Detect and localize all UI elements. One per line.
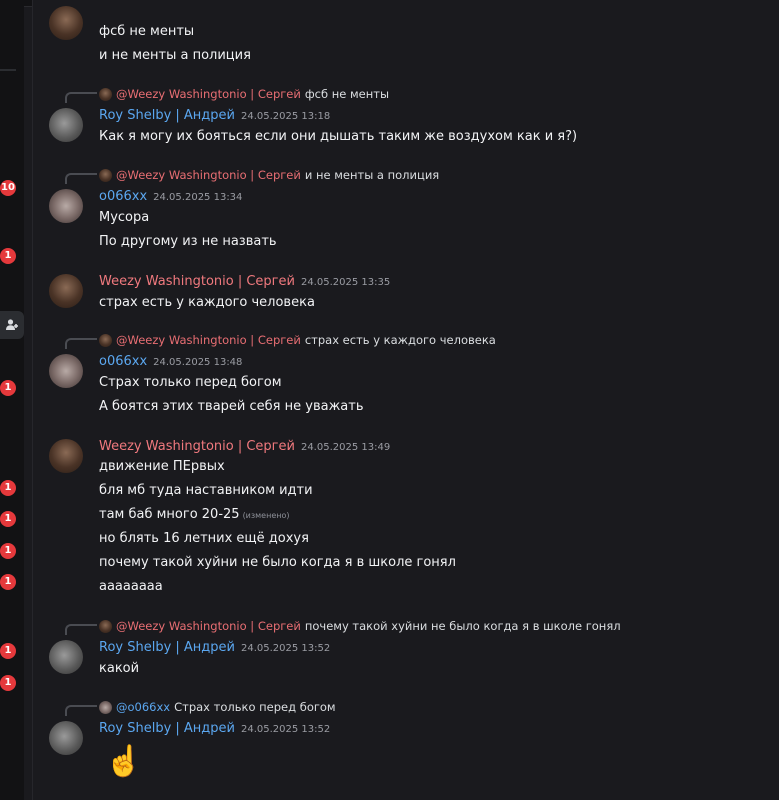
reply-text: фсб не менты: [304, 87, 390, 101]
reply-author[interactable]: @Weezy Washingtonio | Сергей: [116, 87, 301, 101]
avatar[interactable]: [49, 721, 83, 755]
avatar[interactable]: [49, 108, 83, 142]
message-text: Страх только перед богом: [99, 375, 282, 390]
message-text: почему такой хуйни не было когда я в шко…: [99, 555, 456, 570]
rail-separator: [0, 69, 16, 71]
message-header: Roy Shelby | Андрей 24.05.2025 13:52: [99, 640, 330, 655]
username[interactable]: о066xx: [99, 189, 147, 204]
reply-avatar: [99, 87, 112, 101]
message-header: о066xx 24.05.2025 13:34: [99, 189, 242, 204]
unread-badge[interactable]: 10: [0, 180, 16, 196]
chat-message-list[interactable]: фсб не менты и не менты а полиция @Weezy…: [32, 0, 779, 800]
message-text: там баб много 20-25 (изменено): [99, 507, 290, 522]
message-text: фсб не менты: [99, 24, 195, 39]
avatar[interactable]: [49, 640, 83, 674]
reply-text: Страх только перед богом: [174, 700, 336, 714]
reply-preview[interactable]: @Weezy Washingtonio | Сергей и не менты …: [99, 168, 439, 182]
reply-preview[interactable]: @о066xx Страх только перед богом: [99, 700, 336, 714]
username[interactable]: о066xx: [99, 354, 147, 369]
timestamp: 24.05.2025 13:49: [300, 442, 391, 453]
message-header: о066xx 24.05.2025 13:48: [99, 354, 242, 369]
add-user-icon: [6, 319, 18, 330]
message-header: Roy Shelby | Андрей 24.05.2025 13:52: [99, 721, 330, 736]
reply-avatar: [99, 168, 112, 182]
avatar[interactable]: [49, 354, 83, 388]
timestamp: 24.05.2025 13:52: [241, 724, 331, 735]
message-text: движение ПЕрвых: [99, 459, 225, 474]
pointing-up-emoji: ☝️: [105, 744, 143, 779]
message-text: Как я могу их бояться если они дышать та…: [99, 129, 578, 144]
reply-avatar: [99, 700, 112, 714]
reply-connector: [65, 173, 97, 184]
avatar[interactable]: [49, 274, 83, 308]
reply-avatar: [99, 619, 112, 633]
unread-badge[interactable]: 1: [0, 643, 16, 659]
reply-connector: [65, 92, 97, 103]
message-text: бля мб туда наставником идти: [99, 483, 313, 498]
add-friend-button[interactable]: [0, 311, 24, 339]
reply-preview[interactable]: @Weezy Washingtonio | Сергей фсб не мент…: [99, 87, 389, 101]
message-text: но блять 16 летних ещё дохуя: [99, 531, 309, 546]
message-text: страх есть у каждого человека: [99, 295, 315, 310]
reply-preview[interactable]: @Weezy Washingtonio | Сергей страх есть …: [99, 333, 496, 347]
message-text: Мусора: [99, 210, 150, 225]
edited-label: (изменено): [242, 511, 290, 520]
unread-badge[interactable]: 1: [0, 675, 16, 691]
reply-preview[interactable]: @Weezy Washingtonio | Сергей почему тако…: [99, 619, 621, 633]
unread-badge[interactable]: 1: [0, 380, 16, 396]
timestamp: 24.05.2025 13:34: [153, 192, 243, 203]
unread-badge[interactable]: 1: [0, 574, 16, 590]
message-header: Weezy Washingtonio | Сергей 24.05.2025 13…: [99, 274, 390, 289]
reply-author[interactable]: @Weezy Washingtonio | Сергей: [116, 333, 301, 347]
username[interactable]: Roy Shelby | Андрей: [99, 721, 235, 736]
username[interactable]: Roy Shelby | Андрей: [99, 640, 235, 655]
reply-avatar: [99, 333, 112, 347]
message-header: Weezy Washingtonio | Сергей 24.05.2025 13…: [99, 439, 390, 454]
username[interactable]: Roy Shelby | Андрей: [99, 108, 235, 123]
unread-badge[interactable]: 1: [0, 248, 16, 264]
timestamp: 24.05.2025 13:18: [241, 111, 331, 122]
unread-badge[interactable]: 1: [0, 543, 16, 559]
reply-connector: [65, 338, 97, 349]
reply-author[interactable]: @о066xx: [116, 700, 170, 714]
server-rail: 10 1 1 1 1 1 1 1 1: [0, 0, 24, 800]
reply-author[interactable]: @Weezy Washingtonio | Сергей: [116, 619, 301, 633]
reply-text: и не менты а полиция: [304, 168, 440, 182]
avatar[interactable]: [49, 189, 83, 223]
reply-connector: [65, 705, 97, 716]
message-header: Roy Shelby | Андрей 24.05.2025 13:18: [99, 108, 330, 123]
message-text: и не менты а полиция: [99, 48, 251, 63]
message-text: какой: [99, 661, 140, 676]
timestamp: 24.05.2025 13:35: [300, 277, 391, 288]
unread-badge[interactable]: 1: [0, 480, 16, 496]
username[interactable]: Weezy Washingtonio | Сергей: [99, 274, 295, 289]
unread-badge[interactable]: 1: [0, 511, 16, 527]
message-text: По другому из не назвать: [99, 234, 277, 249]
reply-connector: [65, 624, 97, 635]
timestamp: 24.05.2025 13:52: [241, 643, 331, 654]
username[interactable]: Weezy Washingtonio | Сергей: [99, 439, 295, 454]
message-text: ааааaaaa: [99, 579, 163, 594]
reply-text: почему такой хуйни не было когда я в шко…: [304, 619, 621, 633]
message-text-content: там баб много 20-25: [99, 507, 240, 522]
avatar[interactable]: [49, 439, 83, 473]
reply-author[interactable]: @Weezy Washingtonio | Сергей: [116, 168, 301, 182]
reply-text: страх есть у каждого человека: [304, 333, 496, 347]
avatar[interactable]: [49, 6, 83, 40]
message-text: А боятся этих тварей себя не уважать: [99, 399, 364, 414]
timestamp: 24.05.2025 13:48: [153, 357, 243, 368]
